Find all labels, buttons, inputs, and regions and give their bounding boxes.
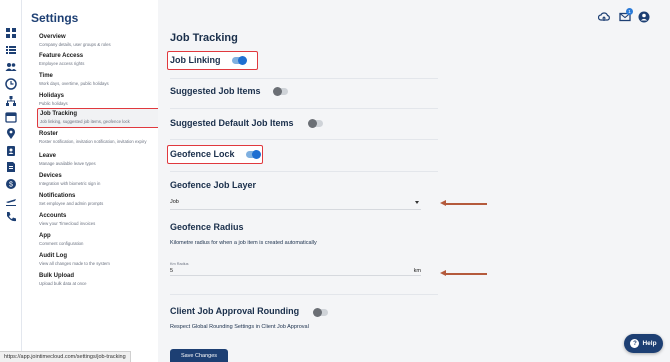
menu-item-time[interactable]: Time Work days, overtime, public holidays: [39, 73, 157, 86]
menu-item-desc: Integration with biometric sign in: [39, 181, 101, 186]
menu-item-desc: Comment configuration: [39, 241, 84, 246]
field-label: Km Radius: [170, 262, 189, 266]
menu-item-label: Bulk Upload: [39, 273, 75, 279]
menu-item-app[interactable]: App Comment configuration: [39, 233, 157, 246]
menu-item-label: Accounts: [39, 213, 67, 219]
suggested-default-job-items-label: Suggested Default Job Items: [170, 118, 294, 128]
contacts-icon[interactable]: [5, 145, 17, 157]
page-title: Job Tracking: [170, 32, 238, 44]
menu-item-label: Holidays: [39, 93, 65, 99]
menu-item-accounts[interactable]: Accounts View your Timecloud invoices: [39, 213, 157, 226]
save-changes-button[interactable]: Save Changes: [170, 349, 228, 362]
notification-badge: 1: [626, 8, 633, 15]
menu-item-label: Overview: [39, 34, 66, 40]
geofence-lock-label: Geofence Lock: [170, 149, 235, 159]
client-job-approval-rounding-description: Respect Global Rounding Settings in Clie…: [170, 324, 309, 330]
suggested-job-items-label: Suggested Job Items: [170, 86, 261, 96]
select-value: Job: [170, 199, 179, 205]
annotation-arrow: [440, 200, 487, 206]
icon-rail: $: [0, 0, 22, 362]
divider: [170, 171, 438, 172]
menu-item-desc: Manage available leave types: [39, 161, 96, 166]
job-linking-toggle[interactable]: [232, 56, 247, 65]
menu-item-overview[interactable]: Overview Company details, user groups & r…: [39, 34, 157, 47]
annotation-arrow: [440, 270, 487, 276]
menu-item-desc: Job linking, suggested job items, geofen…: [40, 119, 130, 124]
divider: [170, 294, 438, 295]
chevron-down-icon: [415, 201, 419, 204]
client-job-approval-rounding-toggle[interactable]: [313, 308, 328, 317]
dashboard-icon[interactable]: [5, 27, 17, 39]
menu-item-desc: View your Timecloud invoices: [39, 221, 96, 226]
menu-item-label: Leave: [39, 153, 57, 159]
field-value: 5: [170, 268, 174, 274]
job-tracking-panel: Job Tracking Job Linking Suggested Job I…: [158, 0, 670, 362]
divider: [170, 108, 438, 109]
org-chart-icon[interactable]: [5, 95, 17, 107]
client-job-approval-rounding-label: Client Job Approval Rounding: [170, 306, 300, 316]
toggle-knob: [308, 119, 317, 128]
geofence-radius-description: Kilometre radius for when a job item is …: [170, 240, 317, 246]
menu-item-desc: Public holidays: [39, 101, 68, 106]
menu-item-desc: Roster notification, invitation notifica…: [39, 139, 147, 144]
menu-item-label: Notifications: [39, 193, 76, 199]
menu-item-feature-access[interactable]: Feature Access Employee access rights: [39, 53, 157, 66]
geofence-job-layer-select[interactable]: Job: [170, 198, 421, 210]
km-radius-field[interactable]: Km Radius 5 km: [170, 262, 421, 276]
menu-item-audit-log[interactable]: Audit Log View all changes made to the sy…: [39, 253, 157, 266]
question-icon: ?: [630, 339, 640, 348]
toggle-knob: [313, 308, 322, 317]
svg-text:$: $: [9, 182, 13, 189]
menu-item-roster[interactable]: Roster Roster notification, invitation no…: [39, 131, 157, 144]
upload-cloud-icon[interactable]: [598, 11, 610, 23]
job-linking-label: Job Linking: [170, 55, 221, 65]
menu-item-job-tracking[interactable]: Job Tracking Job linking, suggested job i…: [37, 108, 174, 129]
clock-icon[interactable]: [5, 78, 17, 90]
menu-item-notifications[interactable]: Notifications Set employee and admin prom…: [39, 193, 157, 206]
users-icon[interactable]: [5, 61, 17, 73]
suggested-job-items-toggle[interactable]: [273, 87, 288, 96]
menu-item-label: Audit Log: [39, 253, 67, 259]
user-circle-icon[interactable]: [638, 11, 650, 23]
menu-item-desc: Company details, user groups & roles: [39, 42, 111, 47]
menu-item-label: Time: [39, 73, 53, 79]
menu-item-label: App: [39, 233, 51, 239]
list-icon[interactable]: [5, 44, 17, 56]
menu-item-label: Roster: [39, 131, 59, 137]
document-icon[interactable]: [5, 161, 17, 173]
menu-item-desc: Upload bulk data at once: [39, 281, 87, 286]
menu-item-desc: View all changes made to the system: [39, 261, 110, 266]
calendar-icon[interactable]: [5, 111, 17, 123]
dollar-icon[interactable]: $: [5, 178, 17, 190]
menu-item-desc: Set employee and admin prompts: [39, 201, 104, 206]
menu-item-desc: Work days, overtime, public holidays: [39, 81, 109, 86]
help-button[interactable]: ? Help: [624, 334, 663, 353]
suggested-default-job-items-toggle[interactable]: [308, 119, 323, 128]
menu-item-desc: Employee access rights: [39, 61, 85, 66]
settings-menu: Settings Overview Company details, user g…: [22, 0, 174, 362]
menu-item-devices[interactable]: Devices Integration with biometric sign i…: [39, 173, 157, 186]
help-label: Help: [642, 340, 657, 347]
settings-title: Settings: [31, 11, 79, 25]
toggle-knob: [252, 150, 261, 159]
toggle-knob: [273, 87, 282, 96]
geofence-job-layer-label: Geofence Job Layer: [170, 180, 257, 190]
menu-item-holidays[interactable]: Holidays Public holidays: [39, 93, 157, 106]
status-url: https://app.jointimecloud.com/settings/j…: [0, 351, 131, 362]
toggle-knob: [238, 56, 247, 65]
location-pin-icon[interactable]: [5, 128, 17, 140]
plane-icon[interactable]: [5, 195, 17, 207]
phone-icon[interactable]: [5, 211, 17, 223]
geofence-radius-label: Geofence Radius: [170, 222, 244, 232]
menu-item-label: Feature Access: [39, 53, 84, 59]
menu-item-label: Job Tracking: [40, 111, 78, 117]
geofence-lock-toggle[interactable]: [246, 150, 261, 159]
menu-item-leave[interactable]: Leave Manage available leave types: [39, 153, 157, 166]
divider: [170, 139, 438, 140]
field-unit: km: [413, 268, 421, 274]
menu-item-label: Devices: [39, 173, 62, 179]
divider: [170, 78, 438, 79]
menu-item-bulk-upload[interactable]: Bulk Upload Upload bulk data at once: [39, 273, 157, 286]
